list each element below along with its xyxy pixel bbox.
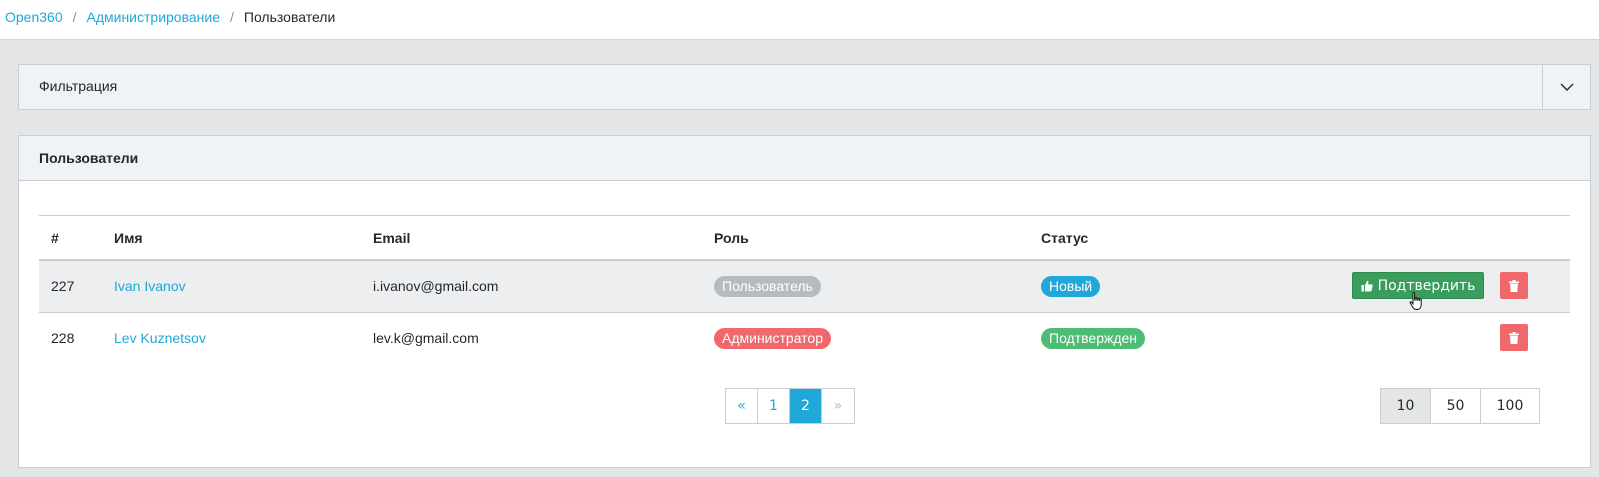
table-row: 228 Lev Kuznetsov lev.k@gmail.com Админи… xyxy=(39,313,1570,365)
role-badge: Пользователь xyxy=(714,276,821,297)
user-email: lev.k@gmail.com xyxy=(373,330,479,346)
breadcrumb-admin-link[interactable]: Администрирование xyxy=(87,9,221,25)
pagination-page-1[interactable]: 1 xyxy=(758,389,790,423)
trash-icon xyxy=(1509,279,1519,292)
table-header: # Имя Email Роль Статус xyxy=(39,215,1570,261)
column-header-role: Роль xyxy=(714,230,749,246)
column-header-email: Email xyxy=(373,230,411,246)
pagination-next: » xyxy=(833,398,843,414)
status-badge: Подтвержден xyxy=(1041,328,1146,349)
user-email: i.ivanov@gmail.com xyxy=(373,278,499,294)
column-header-name: Имя xyxy=(114,230,143,246)
page-size-100[interactable]: 100 xyxy=(1481,389,1539,423)
confirm-button-label: Подтвердить xyxy=(1377,277,1476,294)
user-id: 228 xyxy=(51,330,75,346)
users-table: # Имя Email Роль Статус 227 Ivan Ivanov … xyxy=(39,215,1570,365)
users-card: Пользователи # Имя Email Роль Статус 227… xyxy=(18,135,1591,468)
user-name-link[interactable]: Lev Kuznetsov xyxy=(114,330,206,346)
column-header-id: # xyxy=(51,230,59,246)
page-size-selector: 10 50 100 xyxy=(1380,388,1540,424)
users-header: Пользователи xyxy=(19,136,1590,181)
user-id: 227 xyxy=(51,278,75,294)
chevron-down-icon xyxy=(1560,83,1573,91)
breadcrumb-separator: / xyxy=(72,9,77,25)
filter-title: Фильтрация xyxy=(39,78,118,94)
users-title: Пользователи xyxy=(39,150,139,166)
hand-cursor-icon xyxy=(1409,292,1422,311)
top-bar: Open360 / Администрирование / Пользовате… xyxy=(0,0,1599,40)
column-header-status: Статус xyxy=(1041,230,1089,246)
breadcrumb-current: Пользователи xyxy=(243,9,336,25)
breadcrumb: Open360 / Администрирование / Пользовате… xyxy=(5,8,335,26)
filter-card: Фильтрация xyxy=(18,64,1591,110)
pagination-page-2[interactable]: 2 xyxy=(790,389,822,423)
breadcrumb-separator: / xyxy=(230,9,234,25)
filter-header[interactable]: Фильтрация xyxy=(19,65,1590,109)
user-name-link[interactable]: Ivan Ivanov xyxy=(114,278,186,294)
table-row: 227 Ivan Ivanov i.ivanov@gmail.com Польз… xyxy=(39,261,1570,313)
pagination: « 1 2 » xyxy=(725,388,855,424)
filter-toggle-button[interactable] xyxy=(1542,65,1590,109)
thumbs-up-icon xyxy=(1361,280,1373,291)
page-size-10[interactable]: 10 xyxy=(1381,389,1431,423)
pagination-prev[interactable]: « xyxy=(726,389,758,423)
delete-button[interactable] xyxy=(1500,324,1528,351)
delete-button[interactable] xyxy=(1500,272,1528,299)
breadcrumb-home-link[interactable]: Open360 xyxy=(5,9,63,25)
status-badge: Новый xyxy=(1041,276,1101,297)
trash-icon xyxy=(1509,331,1519,344)
page-size-50[interactable]: 50 xyxy=(1431,389,1481,423)
role-badge: Администратор xyxy=(714,328,832,349)
